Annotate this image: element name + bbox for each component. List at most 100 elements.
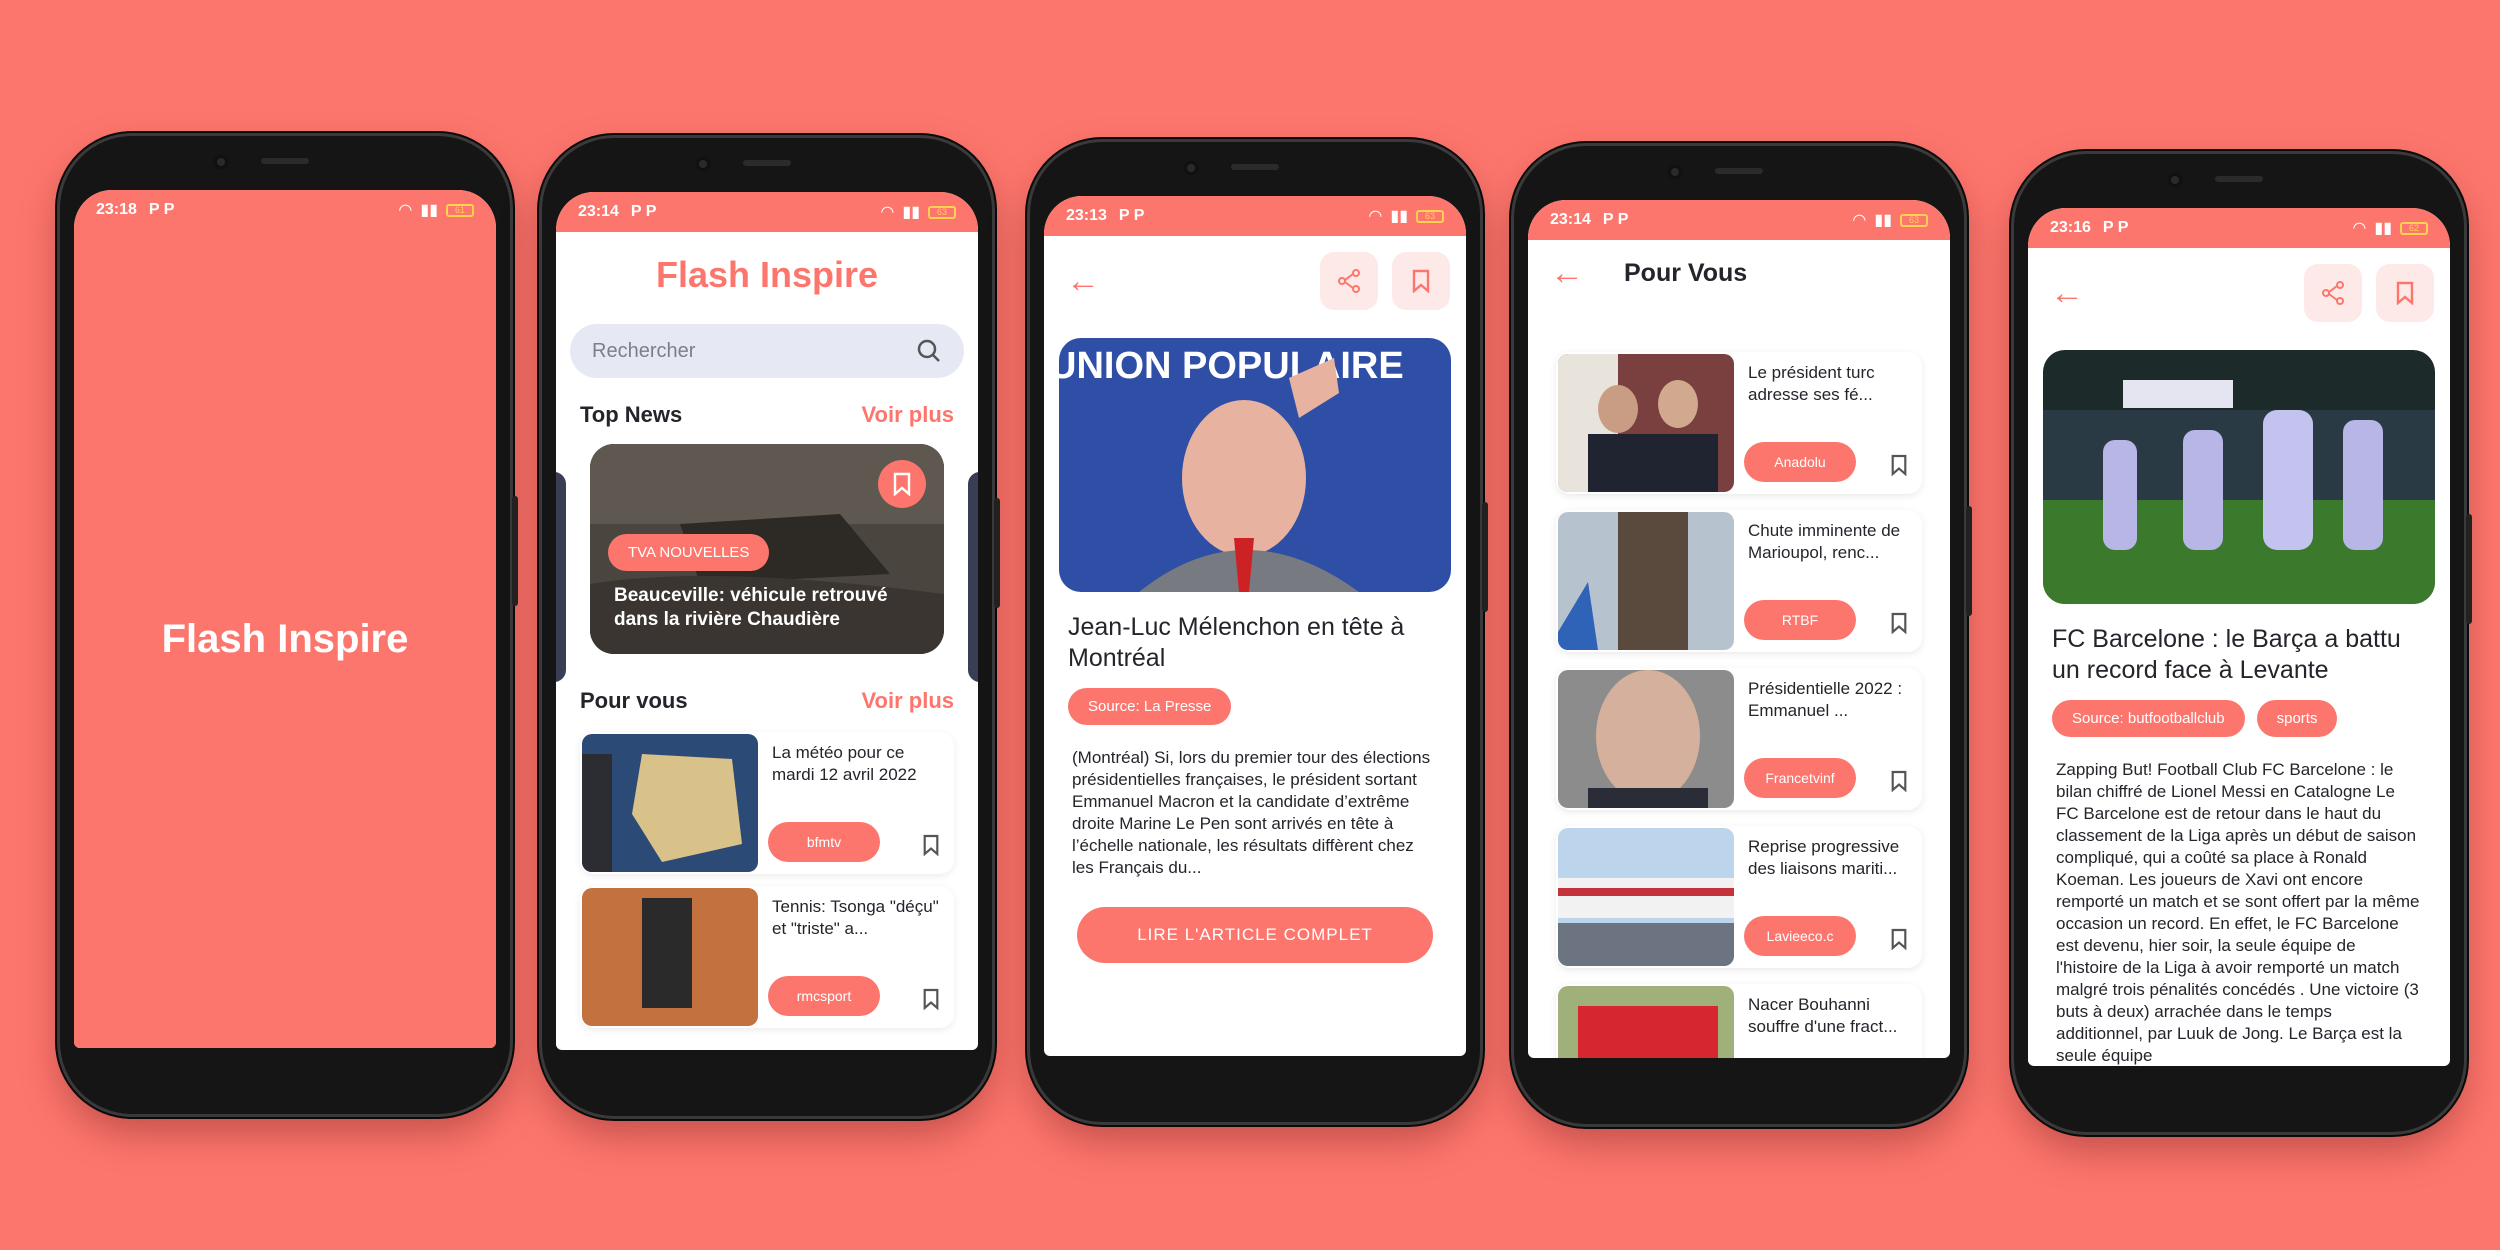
list-item[interactable]: Reprise progressive des liaisons mariti.… bbox=[1556, 826, 1922, 968]
status-time: 23:13 bbox=[1066, 207, 1107, 224]
front-camera bbox=[1667, 164, 1683, 180]
splash-title: Flash Inspire bbox=[161, 616, 409, 661]
search-icon[interactable] bbox=[916, 338, 942, 364]
screen: 23:16 P P ◠ ▮▮ 62 ← FC Barcelone: le Ba… bbox=[2028, 208, 2450, 1066]
status-icons: P P bbox=[1118, 207, 1145, 224]
battery-icon: 63 bbox=[1416, 209, 1444, 223]
bookmark-icon bbox=[893, 472, 911, 496]
list-item-title: Reprise progressive des liaisons mariti.… bbox=[1748, 837, 1900, 878]
bookmark-button[interactable] bbox=[878, 460, 926, 508]
bookmark-button[interactable] bbox=[2376, 264, 2434, 322]
pour-vous-label: Pour vous bbox=[580, 688, 688, 713]
screen: 23:14 P P ◠ ▮▮ 63 Flash Inspire Rechercher … bbox=[556, 192, 978, 1050]
status-bar: 23:13 P P ◠ ▮▮ 63 bbox=[1044, 196, 1466, 236]
battery-icon: 61 bbox=[446, 203, 474, 217]
status-icons: P P bbox=[630, 203, 657, 220]
bookmark-icon[interactable] bbox=[1890, 454, 1908, 476]
phone-article-barcelone: 23:16 P P ◠ ▮▮ 62 ← FC Barcelone: le Ba… bbox=[2014, 154, 2472, 1132]
list-item-title: Présidentielle 2022 : Emmanuel ... bbox=[1748, 679, 1903, 720]
back-arrow-icon[interactable]: ← bbox=[1066, 264, 1100, 298]
bookmark-icon[interactable] bbox=[922, 988, 940, 1010]
article-thumbnail bbox=[1558, 828, 1734, 966]
status-icons: P P bbox=[1602, 211, 1629, 228]
status-time: 23:14 bbox=[578, 203, 619, 220]
list-item-source[interactable]: Lavieeco.c bbox=[1744, 916, 1856, 956]
page-title: Pour Vous bbox=[1624, 258, 1748, 287]
source-tag[interactable]: Source: La Presse bbox=[1068, 688, 1232, 725]
article-thumbnail bbox=[1558, 354, 1734, 492]
status-bar: 23:16 P P ◠ ▮▮ 62 bbox=[2028, 208, 2450, 248]
search-input[interactable]: Rechercher bbox=[570, 324, 964, 378]
status-bar: 23:14 P P ◠ ▮▮ 63 bbox=[1528, 200, 1950, 240]
list-item-source[interactable]: RTBF bbox=[1744, 600, 1856, 640]
bookmark-icon[interactable] bbox=[1890, 612, 1908, 634]
list-item[interactable]: Présidentielle 2022 : Emmanuel ... Franc… bbox=[1556, 668, 1922, 810]
battery-icon: 63 bbox=[1900, 213, 1928, 227]
article-tags: Source: butfootballclub sports bbox=[2028, 686, 2450, 737]
top-news-card[interactable]: TVA NOUVELLES Beauceville: véhicule retr… bbox=[590, 444, 944, 654]
side-button bbox=[512, 496, 518, 606]
list-item-source[interactable]: Francetvinf bbox=[1744, 758, 1856, 798]
phone-pour-vous: 23:14 P P ◠ ▮▮ 63 ← Pour Vous Le président … bbox=[1514, 146, 1972, 1124]
front-camera bbox=[213, 154, 229, 170]
screen: 23:14 P P ◠ ▮▮ 63 ← Pour Vous Le président … bbox=[1528, 200, 1950, 1058]
pour-vous-list: Le président turc adresse ses fé... Anad… bbox=[1528, 352, 1950, 1058]
carousel-prev-card[interactable] bbox=[556, 472, 566, 682]
wifi-icon: ◠ bbox=[880, 204, 895, 221]
top-news-header: Top News Voir plus bbox=[556, 402, 978, 428]
bookmark-button[interactable] bbox=[1392, 252, 1450, 310]
pour-vous-more-link[interactable]: Voir plus bbox=[862, 688, 955, 714]
list-item[interactable]: Chute imminente de Marioupol, renc... RT… bbox=[1556, 510, 1922, 652]
search-placeholder: Rechercher bbox=[592, 339, 696, 362]
bookmark-icon[interactable] bbox=[1890, 770, 1908, 792]
side-button bbox=[1482, 502, 1488, 612]
signal-icon: ▮▮ bbox=[1390, 208, 1408, 225]
carousel-next-card[interactable] bbox=[968, 472, 978, 682]
article-hero-image bbox=[2043, 350, 2435, 604]
list-item[interactable]: La météo pour ce mardi 12 avril 2022 bfm… bbox=[580, 732, 954, 874]
earpiece bbox=[743, 160, 791, 166]
share-button[interactable] bbox=[2304, 264, 2362, 322]
list-item-title: La météo pour ce mardi 12 avril 2022 bbox=[772, 743, 917, 784]
screen: 23:13 P P ◠ ▮▮ 63 ← UNION POPULAIRE Jean… bbox=[1044, 196, 1466, 1056]
list-item-source[interactable]: Anadolu bbox=[1744, 442, 1856, 482]
share-button[interactable] bbox=[1320, 252, 1378, 310]
status-bar: 23:14 P P ◠ ▮▮ 63 bbox=[556, 192, 978, 232]
source-tag[interactable]: Source: butfootballclub bbox=[2052, 700, 2245, 737]
pour-vous-header: ← Pour Vous bbox=[1528, 240, 1950, 290]
tennis-image bbox=[582, 888, 758, 1026]
front-camera bbox=[2167, 172, 2183, 188]
article-body: (Montréal) Si, lors du premier tour des … bbox=[1072, 748, 1431, 877]
list-item-text: Le président turc adresse ses fé... Anad… bbox=[1736, 352, 1922, 494]
list-item-source[interactable]: rmcsport bbox=[768, 976, 880, 1016]
article-thumbnail bbox=[1558, 670, 1734, 808]
bookmark-icon[interactable] bbox=[1890, 928, 1908, 950]
list-item-source[interactable]: bfmtv bbox=[768, 822, 880, 862]
category-tag[interactable]: sports bbox=[2256, 700, 2338, 737]
read-full-article-button[interactable]: LIRE L'ARTICLE COMPLET bbox=[1077, 907, 1433, 963]
splash-screen: Flash Inspire bbox=[74, 230, 496, 1048]
top-news-source-tag[interactable]: TVA NOUVELLES bbox=[608, 534, 770, 571]
list-item-text: Nacer Bouhanni souffre d'une fract... bbox=[1736, 984, 1922, 1058]
front-camera bbox=[695, 156, 711, 172]
battery-icon: 62 bbox=[2400, 221, 2428, 235]
phone-splash: 23:18 P P ◠ ▮▮ 61 Flash Inspire bbox=[60, 136, 518, 1114]
share-icon bbox=[2322, 281, 2344, 305]
back-arrow-icon[interactable]: ← bbox=[1550, 256, 1584, 290]
list-item[interactable]: Nacer Bouhanni souffre d'une fract... bbox=[1556, 984, 1922, 1058]
article-hero-image: UNION POPULAIRE bbox=[1059, 338, 1451, 592]
back-arrow-icon[interactable]: ← bbox=[2050, 276, 2084, 310]
article-header: ← bbox=[2028, 248, 2450, 322]
list-item[interactable]: Tennis: Tsonga "déçu" et "triste" a... r… bbox=[580, 886, 954, 1028]
bookmark-icon bbox=[1412, 269, 1430, 293]
list-item[interactable]: Le président turc adresse ses fé... Anad… bbox=[1556, 352, 1922, 494]
article-body: Zapping But! Football Club FC Barcelone … bbox=[2056, 760, 2420, 1065]
wifi-icon: ◠ bbox=[1368, 208, 1383, 225]
article-thumbnail bbox=[1558, 512, 1734, 650]
bookmark-icon[interactable] bbox=[922, 834, 940, 856]
article-title: Jean-Luc Mélenchon en tête à Montréal bbox=[1068, 613, 1405, 672]
top-news-more-link[interactable]: Voir plus bbox=[862, 402, 955, 428]
list-item-title: Tennis: Tsonga "déçu" et "triste" a... bbox=[772, 897, 939, 938]
share-icon bbox=[1338, 269, 1360, 293]
earpiece bbox=[2215, 176, 2263, 182]
